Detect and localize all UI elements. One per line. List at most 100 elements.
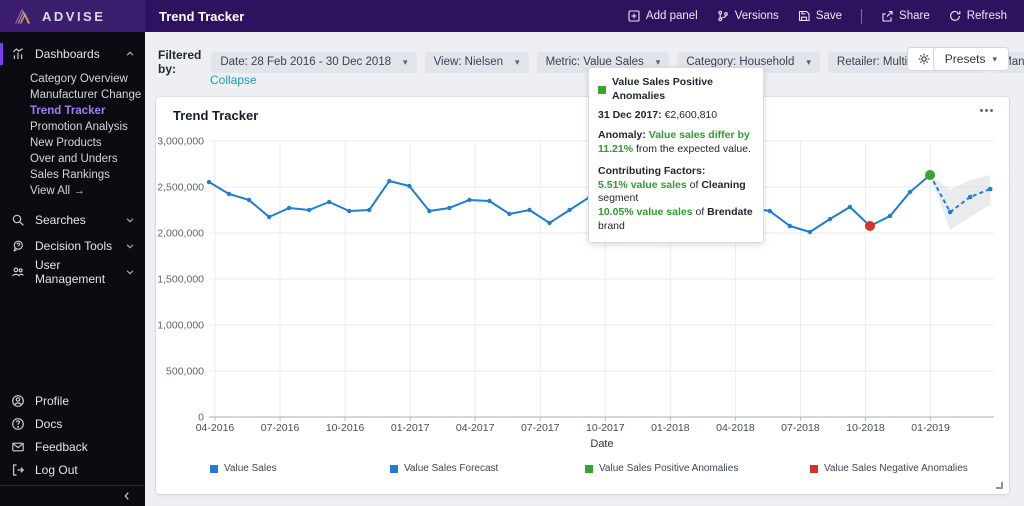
sidebar-item-label: Searches xyxy=(35,213,86,227)
positive-anomaly-swatch xyxy=(598,85,606,94)
x-axis-label: 04-2016 xyxy=(196,422,235,434)
positive-anomaly-marker[interactable] xyxy=(925,170,936,181)
sidebar-item-feedback[interactable]: Feedback xyxy=(0,435,145,458)
data-point-marker[interactable] xyxy=(507,211,512,217)
tooltip-value-line: 31 Dec 2017: €2,600,810 xyxy=(598,109,718,122)
legend-swatch xyxy=(390,464,398,473)
sidebar-item-manufacturer-change[interactable]: Manufacturer Change xyxy=(0,87,145,103)
sidebar-item-trend-tracker[interactable]: Trend Tracker xyxy=(0,103,145,119)
filter-chip-view[interactable]: View: Nielsen ▾ xyxy=(424,51,529,73)
data-point-marker[interactable] xyxy=(447,205,452,211)
legend-item-value-sales-negative-anomalies[interactable]: Value Sales Negative Anomalies xyxy=(810,463,968,474)
data-point-marker[interactable] xyxy=(827,216,833,222)
data-point-marker[interactable] xyxy=(407,183,412,189)
app-logo[interactable]: ADVISE xyxy=(0,0,145,32)
data-point-marker[interactable] xyxy=(787,223,793,229)
x-axis-label: 10-2016 xyxy=(326,422,365,434)
main-content: Filtered by: Date: 28 Feb 2016 - 30 Dec … xyxy=(145,32,1024,506)
data-point-marker[interactable] xyxy=(847,204,853,210)
forecast-point-marker[interactable] xyxy=(947,209,953,215)
sidebar-item-dashboards[interactable]: Dashboards xyxy=(0,41,145,67)
sidebar-item-user-management[interactable]: User Management xyxy=(0,258,145,286)
x-axis-label: 07-2017 xyxy=(521,422,560,434)
legend-swatch xyxy=(810,464,818,473)
legend-swatch xyxy=(210,464,218,473)
sidebar-item-category-overview[interactable]: Category Overview xyxy=(0,71,145,87)
save-button[interactable]: Save xyxy=(798,10,842,22)
x-axis-label: 07-2016 xyxy=(261,422,300,434)
sidebar-item-label: Dashboards xyxy=(35,47,100,61)
data-point-marker[interactable] xyxy=(887,213,893,219)
sidebar-item-log-out[interactable]: Log Out xyxy=(0,458,145,481)
sidebar-item-view-all[interactable]: View All → xyxy=(0,183,145,199)
legend-item-value-sales[interactable]: Value Sales xyxy=(210,463,277,474)
y-axis-label: 3,000,000 xyxy=(157,136,204,148)
page-title: Trend Tracker xyxy=(159,8,245,24)
sidebar-item-over-and-unders[interactable]: Over and Unders xyxy=(0,151,145,167)
data-point-marker[interactable] xyxy=(527,207,532,213)
panel-resize-handle[interactable] xyxy=(996,482,1003,489)
button-label: Refresh xyxy=(966,10,1007,22)
chevron-left-icon xyxy=(124,492,129,500)
sidebar-item-searches[interactable]: Searches xyxy=(0,207,145,233)
data-point-marker[interactable] xyxy=(547,220,552,226)
data-point-marker[interactable] xyxy=(767,208,773,214)
share-button[interactable]: Share xyxy=(881,10,930,22)
chevron-down-icon xyxy=(125,267,135,277)
data-point-marker[interactable] xyxy=(427,208,432,214)
data-point-marker[interactable] xyxy=(306,207,312,213)
x-axis-label: 01-2018 xyxy=(651,422,690,434)
logo-text: ADVISE xyxy=(42,8,106,24)
presets-button[interactable]: Presets ▾ xyxy=(932,47,1009,71)
button-label: Versions xyxy=(734,10,779,22)
data-point-marker[interactable] xyxy=(206,179,212,185)
caret-down-icon: ▾ xyxy=(515,56,520,67)
data-point-marker[interactable] xyxy=(807,229,813,235)
versions-button[interactable]: Versions xyxy=(717,10,779,22)
forecast-point-marker[interactable] xyxy=(987,186,993,192)
sidebar-collapse-button[interactable] xyxy=(0,485,145,506)
refresh-icon xyxy=(949,10,961,22)
sidebar-item-promotion-analysis[interactable]: Promotion Analysis xyxy=(0,119,145,135)
filter-chip-date[interactable]: Date: 28 Feb 2016 - 30 Dec 2018 ▾ xyxy=(211,51,417,73)
data-point-marker[interactable] xyxy=(367,207,372,213)
add-panel-button[interactable]: Add panel xyxy=(628,10,698,22)
save-icon xyxy=(798,10,810,22)
data-point-marker[interactable] xyxy=(487,198,492,204)
top-bar: ADVISE Trend Tracker Add panel Versions Sa… xyxy=(0,0,1024,32)
data-point-marker[interactable] xyxy=(467,197,472,203)
legend-item-value-sales-positive-anomalies[interactable]: Value Sales Positive Anomalies xyxy=(585,463,738,474)
legend-item-value-sales-forecast[interactable]: Value Sales Forecast xyxy=(390,463,498,474)
data-point-marker[interactable] xyxy=(246,197,252,203)
data-point-marker[interactable] xyxy=(387,178,392,184)
sidebar-item-profile[interactable]: Profile xyxy=(0,389,145,412)
y-axis-label: 500,000 xyxy=(166,366,204,378)
data-point-marker[interactable] xyxy=(326,199,332,205)
data-point-marker[interactable] xyxy=(907,189,913,195)
data-point-marker[interactable] xyxy=(266,214,272,220)
x-axis-label: 10-2018 xyxy=(846,422,885,434)
data-point-marker[interactable] xyxy=(347,208,352,214)
sidebar-item-label: Docs xyxy=(35,416,63,431)
data-point-marker[interactable] xyxy=(567,207,572,213)
tooltip-factors-label: Contributing Factors: xyxy=(598,165,706,178)
profile-icon xyxy=(11,394,25,408)
forecast-point-marker[interactable] xyxy=(967,194,973,200)
sidebar-item-sales-rankings[interactable]: Sales Rankings xyxy=(0,167,145,183)
y-axis-label: 1,000,000 xyxy=(157,320,204,332)
data-point-marker[interactable] xyxy=(286,205,292,211)
sidebar-item-label: Decision Tools xyxy=(35,239,113,253)
topbar-actions: Add panel Versions Save Share Refresh xyxy=(628,8,1024,24)
refresh-button[interactable]: Refresh xyxy=(949,10,1007,22)
data-point-marker[interactable] xyxy=(226,191,232,197)
chevron-down-icon xyxy=(125,215,135,225)
sidebar-item-decision-tools[interactable]: Decision Tools xyxy=(0,233,145,259)
sidebar-item-docs[interactable]: Docs xyxy=(0,412,145,435)
sidebar-item-new-products[interactable]: New Products xyxy=(0,135,145,151)
advise-logo-mark-icon xyxy=(14,8,31,24)
logout-icon xyxy=(11,463,25,477)
negative-anomaly-marker[interactable] xyxy=(864,221,875,232)
button-label: Add panel xyxy=(645,10,698,22)
sidebar-item-label: User Management xyxy=(35,258,106,286)
collapse-filters-link[interactable]: Collapse xyxy=(210,73,257,87)
